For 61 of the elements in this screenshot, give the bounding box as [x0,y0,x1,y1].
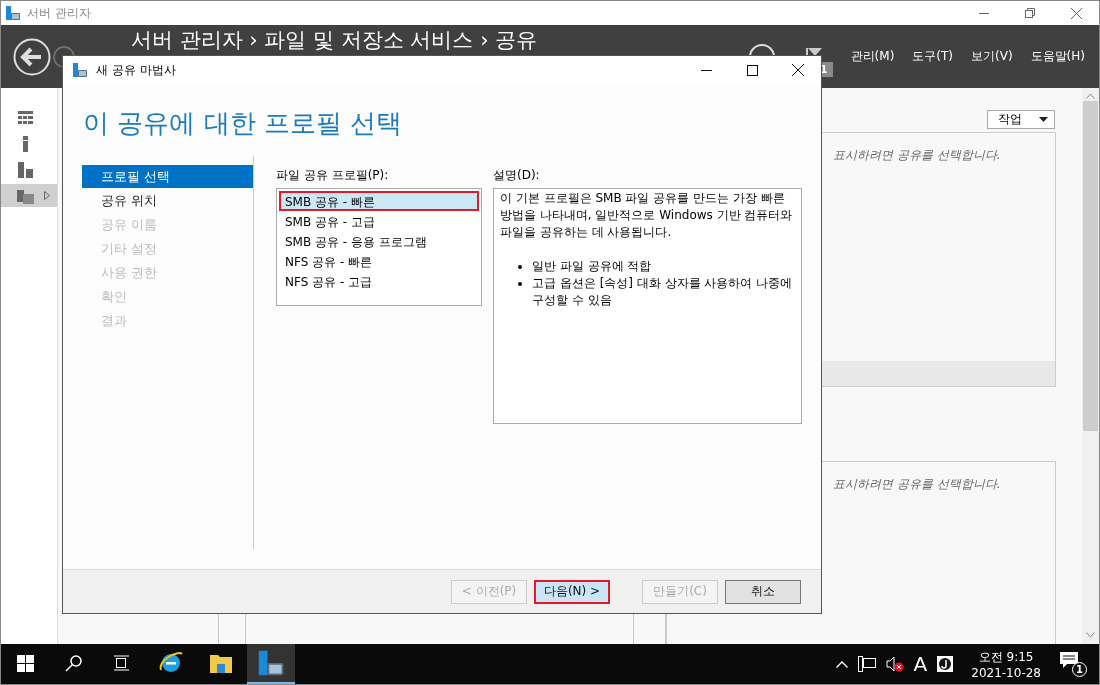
network-icon[interactable] [857,656,876,672]
close-icon [1070,7,1082,19]
wizard-button[interactable]: 취소 [725,579,801,604]
search-icon [64,654,82,672]
scroll-up-icon[interactable] [1086,93,1095,99]
wizard-step[interactable]: 프로필 선택 [82,165,253,188]
dialog-title: 새 공유 마법사 [96,61,177,79]
nav-item[interactable] [1,184,57,207]
profile-list[interactable]: SMB 공유 - 빠른 SMB 공유 - 고급 SMB 공유 - 응용 프로그램 NFS 공유 - 빠른 NFS 공유 - 고급 [276,188,482,306]
dashboard-icon[interactable] [17,109,34,126]
windows-icon [16,654,34,672]
server-manager-icon [257,649,285,677]
description-label: 설명(D): [493,167,541,184]
folder-icon[interactable] [209,652,233,674]
expand-icon[interactable] [44,191,50,200]
empty-message: 표시하려면 공유를 선택합니다. [833,476,1001,493]
muted-speaker-icon[interactable] [885,656,904,672]
window-title: 서버 관리자 [27,4,92,22]
clock-time: 오전 9:15 [978,648,1034,666]
profile-item[interactable]: SMB 공유 - 응용 프로그램 [279,231,479,251]
restore-icon [1025,8,1035,18]
bullet-icon [518,264,522,269]
menu-item[interactable]: 보기(V) [971,48,1013,65]
clock[interactable]: 오전 9:15 2021-10-28 [971,648,1041,680]
bullet-icon [518,281,522,286]
profile-item[interactable]: NFS 공유 - 고급 [279,271,479,291]
menu-item[interactable]: 관리(M) [850,48,895,65]
back-button[interactable] [13,37,51,76]
scrollbar[interactable] [1082,88,1099,644]
server-manager-icon [72,62,88,78]
maximize-icon [746,64,758,76]
profile-item[interactable]: SMB 공유 - 빠른 [279,191,479,211]
profile-item[interactable]: NFS 공유 - 빠른 [279,251,479,271]
taskbar-app[interactable] [247,644,295,684]
bullet-text: 고급 옵션은 [속성] 대화 상자를 사용하여 나중에 구성할 수 있음 [532,275,794,309]
wizard-button[interactable]: 다음(N) > [534,579,610,604]
notification-badge: 1 [1072,662,1087,677]
close-icon [792,64,804,76]
ime-icon[interactable] [937,656,954,672]
server-manager-icon [5,5,21,21]
empty-message: 표시하려면 공유를 선택합니다. [833,147,1001,164]
servers-icon[interactable] [17,161,34,178]
menu-item[interactable]: 도구(T) [912,48,954,65]
minimize-icon [700,69,712,71]
bullet-text: 일반 파일 공유에 적합 [532,258,652,275]
breadcrumb: 서버 관리자 › 파일 및 저장소 서비스 › 공유 [131,28,539,52]
task-view-icon [112,655,130,671]
input-mode-indicator[interactable]: A [913,652,928,676]
page-heading: 이 공유에 대한 프로필 선택 [82,107,404,140]
profile-list-label: 파일 공유 프로필(P): [276,167,390,184]
chevron-up-icon[interactable] [835,660,848,668]
caret-icon [1039,117,1048,122]
description-text: 이 기본 프로필은 SMB 파일 공유를 만드는 가장 빠른 방법을 나타내며, 일반적으로 Windows 기반 컴퓨터와 파일을 공유하는 데 사용됩니다. [500,190,794,241]
wizard-step[interactable]: 공유 위치 [82,189,253,212]
clock-date: 2021-10-28 [971,665,1041,680]
profile-item[interactable]: SMB 공유 - 고급 [279,211,479,231]
menu-item[interactable]: 도움말(H) [1030,48,1085,65]
scroll-down-icon[interactable] [1086,632,1095,638]
minimize-icon [979,12,989,14]
message-icon[interactable] [1059,651,1079,671]
tasks-dropdown[interactable]: 작업 [987,110,1055,129]
